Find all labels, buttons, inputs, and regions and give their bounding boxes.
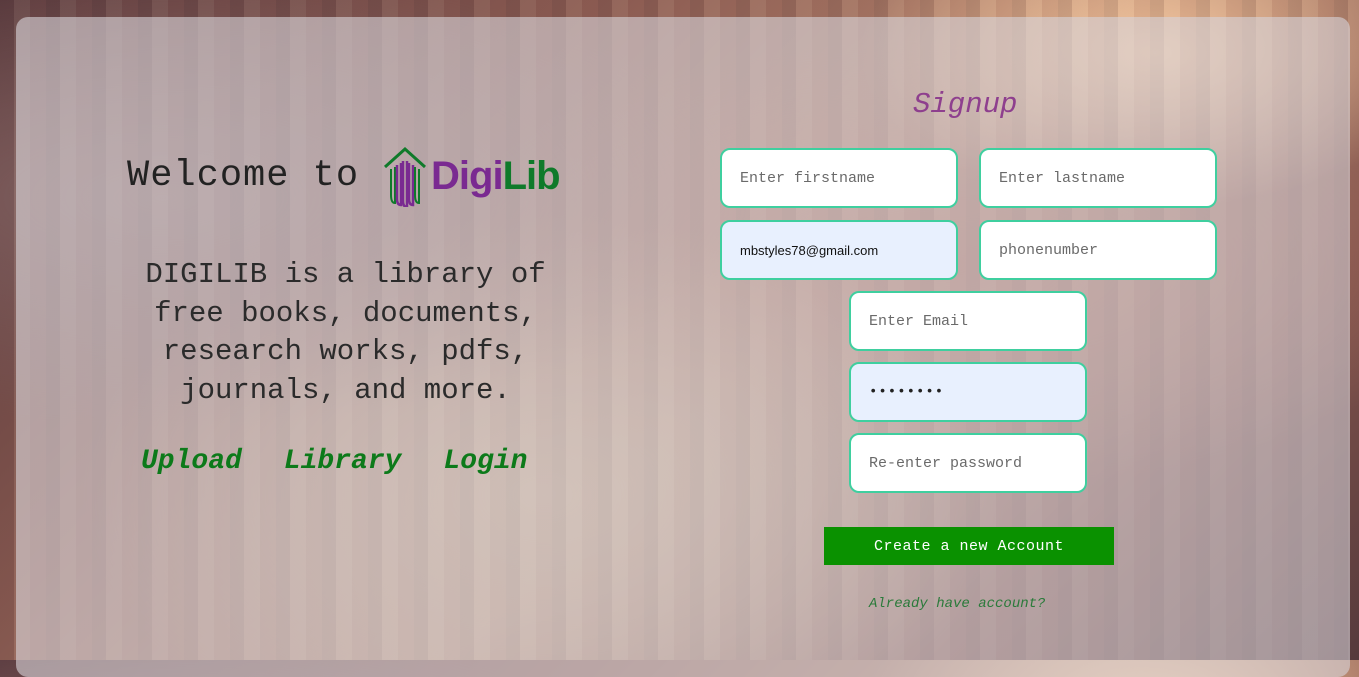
digilib-logo: DigiLib xyxy=(381,145,561,207)
email-field[interactable] xyxy=(849,291,1087,351)
username-field[interactable] xyxy=(720,220,958,280)
create-account-button[interactable]: Create a new Account xyxy=(824,527,1114,565)
logo-wordmark: DigiLib xyxy=(431,153,561,199)
repassword-field[interactable] xyxy=(849,433,1087,493)
logo-digi: Digi xyxy=(431,153,504,198)
library-link[interactable]: Library xyxy=(284,446,402,477)
logo-lib: Lib xyxy=(502,153,561,198)
lastname-field[interactable] xyxy=(979,148,1217,208)
phone-field[interactable] xyxy=(979,220,1217,280)
password-field[interactable] xyxy=(849,362,1087,422)
book-logo-icon xyxy=(384,146,427,207)
welcome-heading: Welcome to DigiLib xyxy=(127,145,561,207)
login-link[interactable]: Login xyxy=(443,446,527,477)
welcome-text: Welcome to xyxy=(127,155,360,197)
signup-title: Signup xyxy=(913,88,1018,121)
nav-links: Upload Library Login xyxy=(141,446,527,477)
firstname-field[interactable] xyxy=(720,148,958,208)
site-description: DIGILIB is a library of free books, docu… xyxy=(145,258,546,407)
already-have-account-link[interactable]: Already have account? xyxy=(869,596,1045,612)
upload-link[interactable]: Upload xyxy=(141,446,242,477)
